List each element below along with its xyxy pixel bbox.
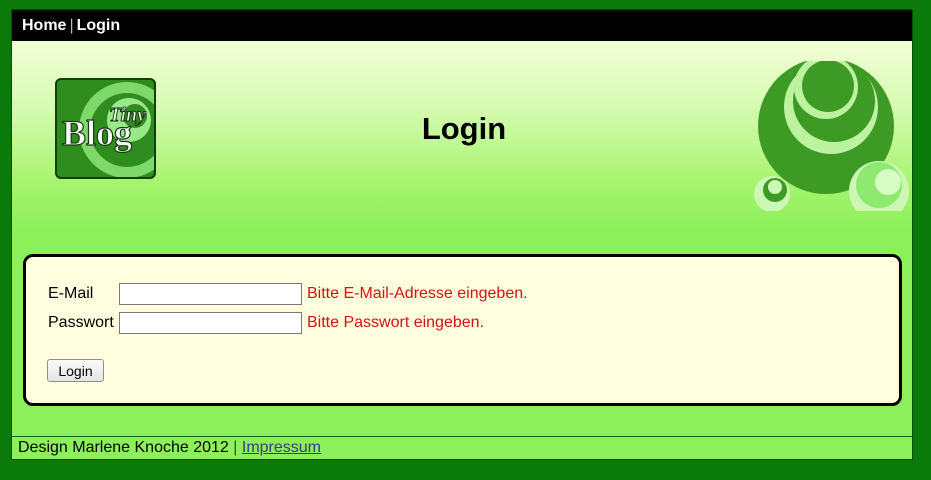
nav-link-login[interactable]: Login [77,17,121,34]
email-label: E-Mail [48,285,94,302]
password-label: Passwort [48,314,114,331]
decorative-bubbles-graphic [754,61,909,211]
email-field[interactable] [119,283,302,305]
top-navigation: Home | Login [12,10,912,41]
footer-credit: Design Marlene Knoche 2012 [18,439,229,456]
password-field[interactable] [119,312,302,334]
email-hint: Bitte E-Mail-Adresse eingeben. [307,285,528,302]
login-button[interactable]: Login [47,359,104,382]
nav-link-home[interactable]: Home [22,17,66,34]
password-hint: Bitte Passwort eingeben. [307,314,484,331]
footer-separator: | [233,439,238,456]
page-footer: Design Marlene Knoche 2012 | Impressum [12,436,912,459]
page-header: Tiny Blog Login [12,41,912,231]
email-row: E-Mail Bitte E-Mail-Adresse eingeben. [48,282,528,306]
password-row: Passwort Bitte Passwort eingeben. [48,311,484,335]
impressum-link[interactable]: Impressum [242,439,321,456]
nav-separator: | [69,17,74,34]
page-frame: Home | Login Tiny Blog Login E-Mail Bitt… [11,9,913,460]
login-form-panel: E-Mail Bitte E-Mail-Adresse eingeben. Pa… [23,254,902,406]
